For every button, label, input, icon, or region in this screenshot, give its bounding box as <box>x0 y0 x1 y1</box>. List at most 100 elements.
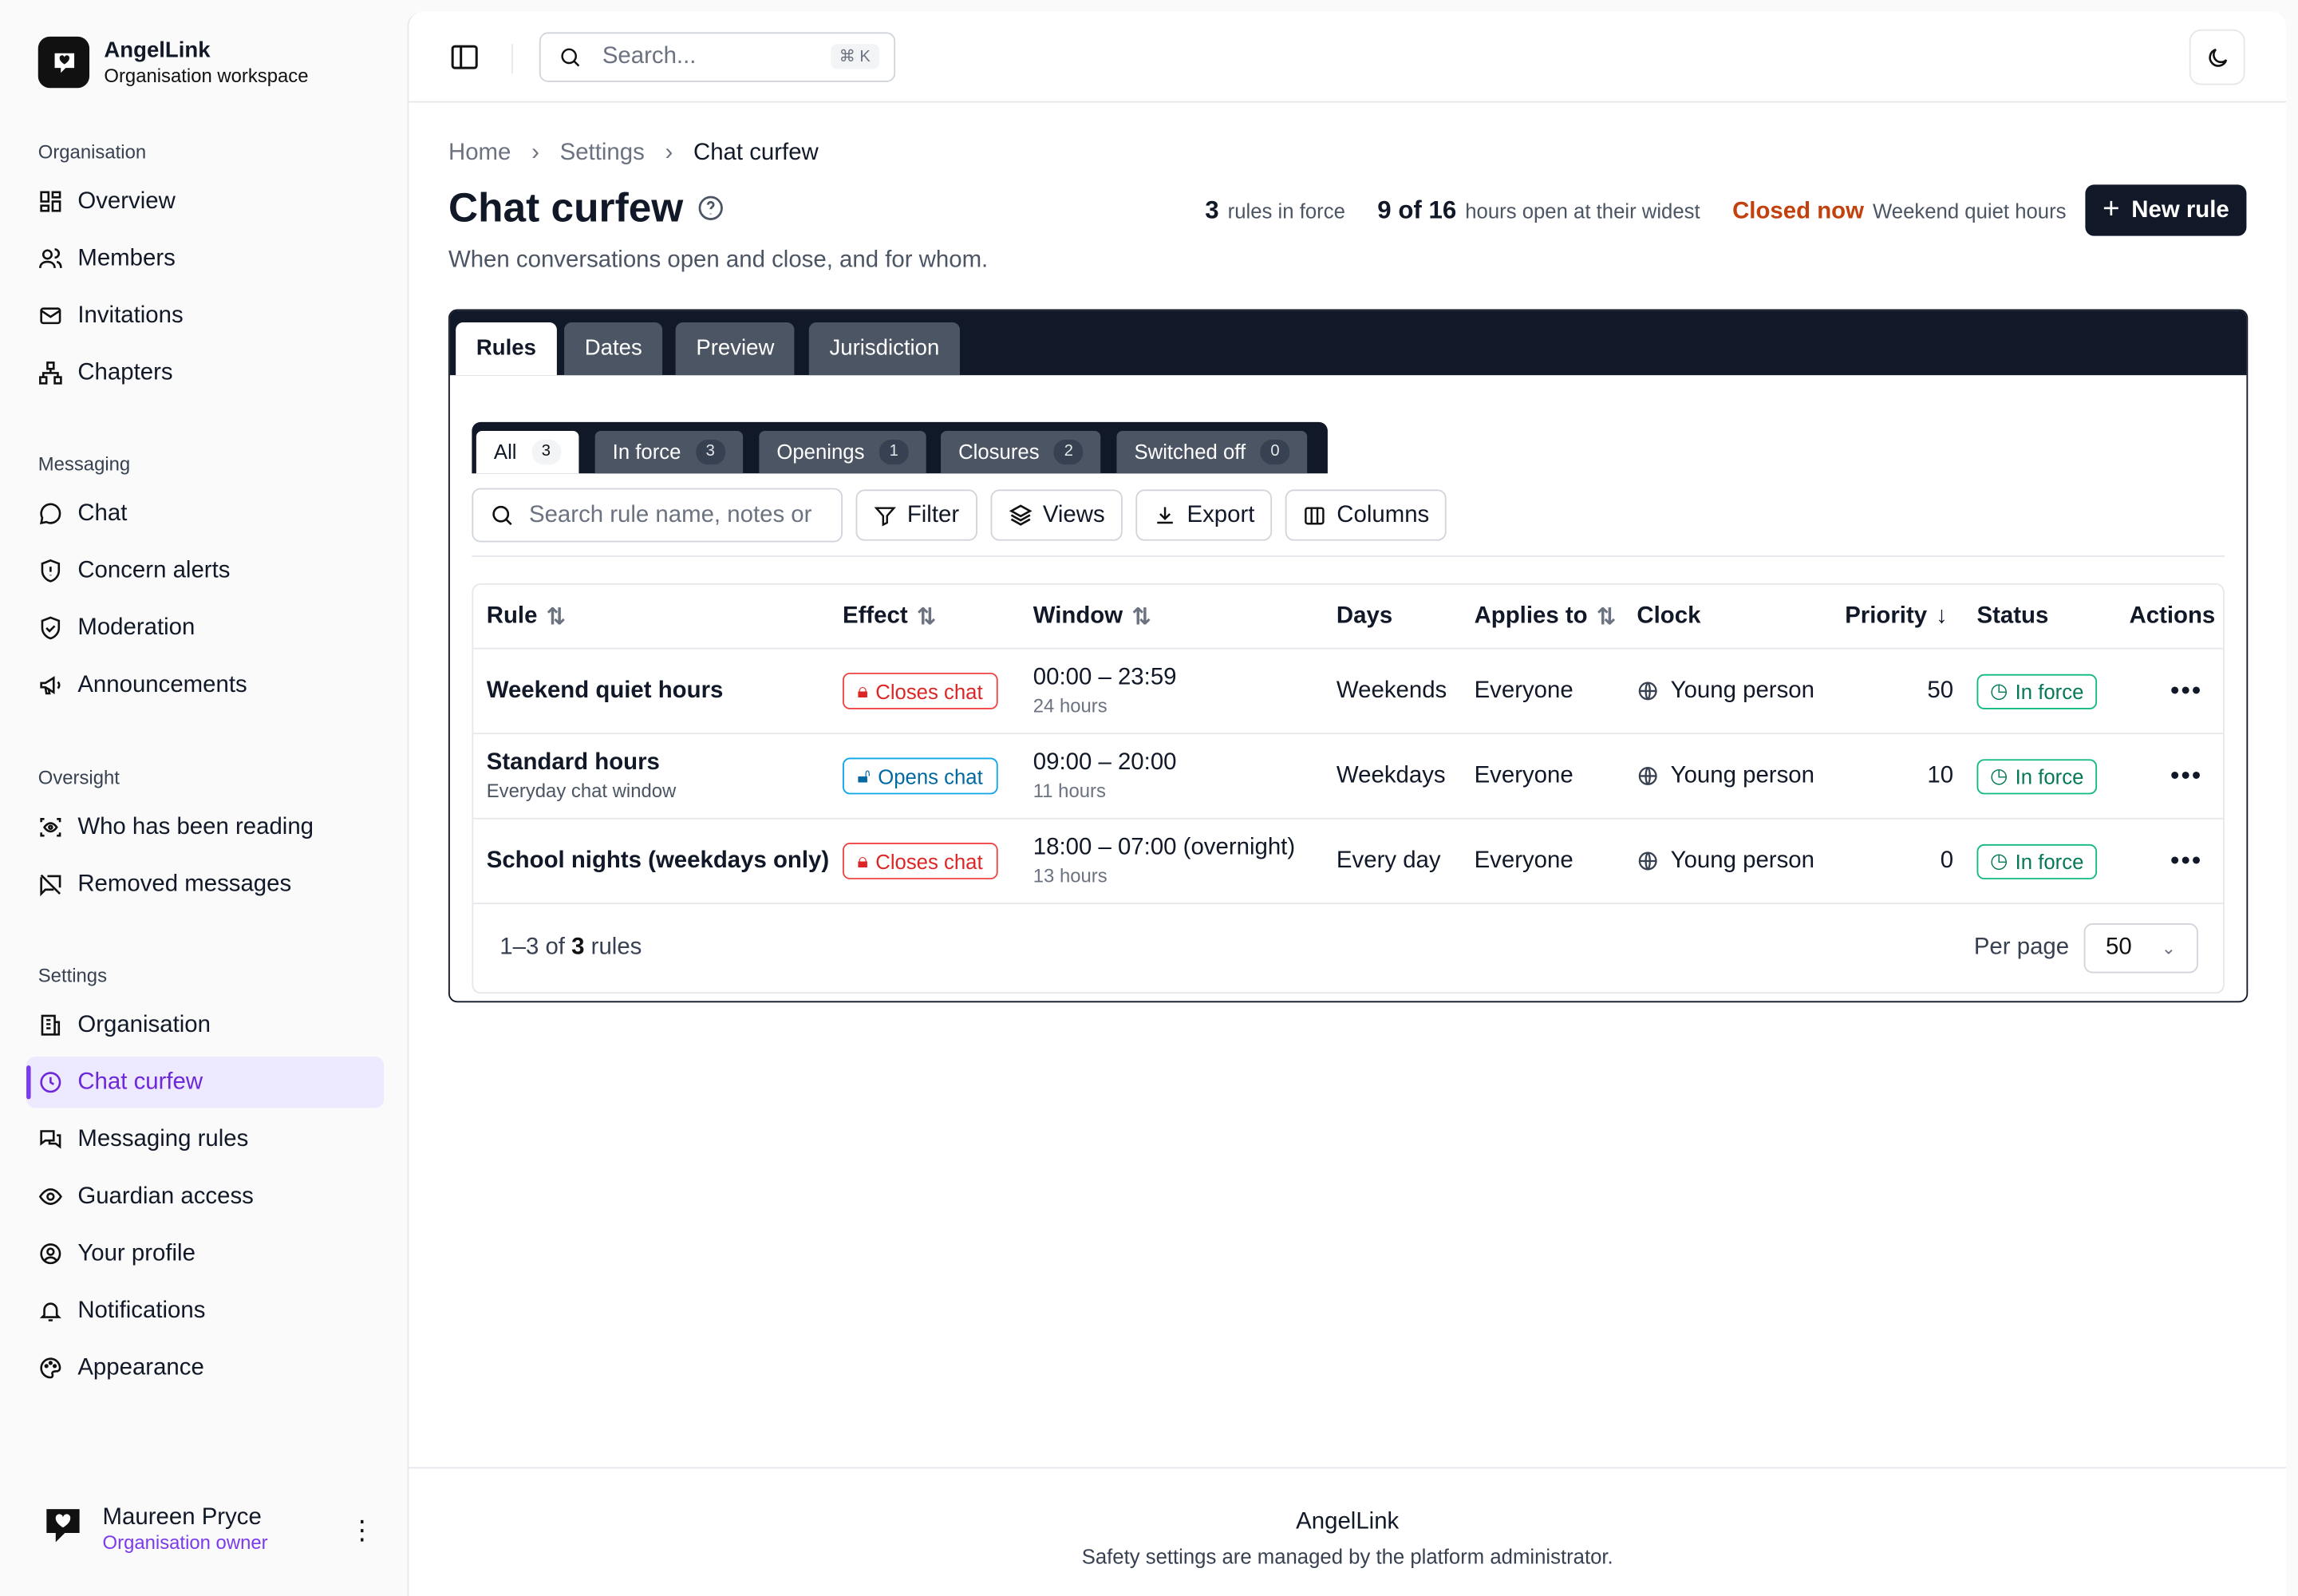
filter-tabs: All 3 In force 3 Openings 1 Closures 2 Switc… <box>472 421 1328 474</box>
column-header-days: Days <box>1336 602 1393 628</box>
sidebar-item-label: Who has been reading <box>77 814 314 839</box>
filter-tab-openings[interactable]: Openings 1 <box>759 430 926 474</box>
column-header-effect[interactable]: Effect ⇅ <box>843 602 936 631</box>
column-header-priority[interactable]: Priority ↓ <box>1845 603 1948 630</box>
per-page-label: Per page <box>1973 934 2070 960</box>
filter-icon <box>874 506 896 526</box>
clock-value: Young person <box>1637 847 1814 874</box>
sidebar-item-removed-messages[interactable]: Removed messages <box>26 859 384 910</box>
sidebar-item-announcements[interactable]: Announcements <box>26 659 384 710</box>
more-horizontal-icon[interactable]: ••• <box>2170 846 2202 877</box>
window-time: 09:00 – 20:00 <box>1033 750 1177 776</box>
rule-search-input[interactable]: Search rule name, notes or <box>472 488 843 543</box>
export-button[interactable]: Export <box>1135 489 1273 541</box>
table-row[interactable]: Standard hours Everyday chat window 🔓︎ Ope… <box>473 734 2224 820</box>
breadcrumb-home[interactable]: Home <box>448 140 511 167</box>
sort-icon: ⇅ <box>1596 604 1617 630</box>
more-horizontal-icon[interactable]: ••• <box>2170 760 2202 792</box>
new-rule-button[interactable]: + New rule <box>2085 184 2247 236</box>
bell-icon <box>39 1302 61 1321</box>
rule-name[interactable]: Standard hours <box>487 750 677 776</box>
tab-jurisdiction[interactable]: Jurisdiction <box>808 322 960 376</box>
priority-value: 0 <box>1940 847 1954 873</box>
tab-dates[interactable]: Dates <box>564 322 663 376</box>
divider <box>472 555 2225 557</box>
more-horizontal-icon[interactable]: ••• <box>2170 676 2202 707</box>
theme-toggle-button[interactable] <box>2189 29 2245 85</box>
sidebar-item-chapters[interactable]: Chapters <box>26 347 384 398</box>
filter-tab-closures[interactable]: Closures 2 <box>941 430 1101 474</box>
nav-section-title: Messaging <box>38 452 131 476</box>
sidebar-item-label: Notifications <box>77 1298 206 1323</box>
nav-section-title: Organisation <box>38 140 147 163</box>
sidebar-toggle-icon[interactable] <box>450 44 480 70</box>
chevron-down-icon: ⌄ <box>2161 938 2177 959</box>
tab-preview[interactable]: Preview <box>675 322 796 376</box>
sidebar-item-invitations[interactable]: Invitations <box>26 290 384 342</box>
filter-button[interactable]: Filter <box>855 489 977 541</box>
column-header-actions: Actions <box>2129 602 2216 628</box>
per-page-control: Per page 50 ⌄ <box>1973 923 2198 974</box>
sidebar-item-organisation[interactable]: Organisation <box>26 1000 384 1051</box>
shield-alert-icon <box>41 559 61 583</box>
avatar <box>41 1503 85 1555</box>
pagination-summary: 1–3 of 3 rules <box>499 934 642 960</box>
sidebar-item-overview[interactable]: Overview <box>26 176 384 227</box>
column-header-rule[interactable]: Rule ⇅ <box>487 602 566 631</box>
table-row[interactable]: School nights (weekdays only) 🔒︎ Closes c… <box>473 820 2224 905</box>
page-title-text: Chat curfew <box>448 184 684 231</box>
sidebar-item-label: Chat <box>77 500 128 526</box>
filter-tab-all[interactable]: All 3 <box>476 430 578 474</box>
rule-name[interactable]: School nights (weekdays only) <box>487 847 829 874</box>
user-circle-icon <box>40 1243 61 1265</box>
sidebar-item-moderation[interactable]: Moderation <box>26 602 384 654</box>
help-circle-icon[interactable] <box>698 195 725 221</box>
sidebar-item-appearance[interactable]: Appearance <box>26 1342 384 1393</box>
effect-badge: 🔓︎ Opens chat <box>843 757 998 795</box>
column-header-applies-to[interactable]: Applies to ⇅ <box>1475 602 1617 631</box>
tab-rules[interactable]: Rules <box>456 322 557 376</box>
brand[interactable]: AngelLink Organisation workspace <box>38 36 309 89</box>
sidebar-item-chat[interactable]: Chat <box>26 488 384 539</box>
effect-badge: 🔒︎ Closes chat <box>843 843 997 879</box>
table-row[interactable]: Weekend quiet hours 🔒︎ Closes chat 00:00 … <box>473 650 2224 735</box>
rules-table: Rule ⇅ Effect ⇅ Window ⇅ Days Applies to ⇅ C… <box>472 583 2225 994</box>
divider <box>511 44 513 73</box>
sidebar-item-messaging-rules[interactable]: Messaging rules <box>26 1114 384 1165</box>
sidebar-item-label: Chat curfew <box>77 1069 203 1094</box>
sidebar-item-notifications[interactable]: Notifications <box>26 1286 384 1337</box>
sidebar-item-chat-curfew[interactable]: Chat curfew <box>26 1057 385 1108</box>
nav-section-oversight: Oversight Who has been reading Removed m… <box>26 764 384 916</box>
breadcrumb: Home › Settings › Chat curfew <box>448 140 819 167</box>
more-vertical-icon[interactable]: ⋮ <box>349 1515 375 1547</box>
sidebar-item-your-profile[interactable]: Your profile <box>26 1228 384 1279</box>
rule-name[interactable]: Weekend quiet hours <box>487 678 724 704</box>
main-panel: Search... ⌘ K Home › Settings › Chat cur… <box>407 11 2287 1596</box>
clock-icon: ◷ <box>1990 848 2008 872</box>
breadcrumb-settings[interactable]: Settings <box>560 140 645 167</box>
sidebar-item-guardian-access[interactable]: Guardian access <box>26 1171 384 1222</box>
sidebar-item-label: Concern alerts <box>77 557 231 583</box>
download-icon <box>1157 506 1173 523</box>
sidebar-item-concern-alerts[interactable]: Concern alerts <box>26 545 384 596</box>
sidebar-item-label: Messaging rules <box>77 1126 249 1152</box>
topbar: Search... ⌘ K <box>409 12 2287 103</box>
views-button[interactable]: Views <box>989 489 1123 541</box>
user-profile[interactable]: Maureen Pryce Organisation owner ⋮ <box>41 1503 375 1555</box>
status-badge: ◷ In force <box>1976 843 2097 879</box>
global-search-input[interactable]: Search... ⌘ K <box>539 32 896 82</box>
footer-note: Safety settings are managed by the platf… <box>1081 1544 1613 1569</box>
palette-icon <box>40 1357 61 1379</box>
message-off-icon <box>40 874 61 897</box>
sidebar-item-members[interactable]: Members <box>26 233 384 284</box>
lock-icon: 🔒︎ <box>857 848 869 872</box>
per-page-select[interactable]: 50 ⌄ <box>2083 923 2198 974</box>
sidebar-item-who-has-been-reading[interactable]: Who has been reading <box>26 802 384 853</box>
column-header-window[interactable]: Window ⇅ <box>1033 602 1151 631</box>
columns-button[interactable]: Columns <box>1285 489 1447 541</box>
globe-icon <box>1638 851 1657 871</box>
search-icon <box>561 48 580 67</box>
priority-value: 10 <box>1927 762 1954 788</box>
filter-tab-in-force[interactable]: In force 3 <box>594 430 743 474</box>
filter-tab-switched-off[interactable]: Switched off 0 <box>1116 430 1308 474</box>
